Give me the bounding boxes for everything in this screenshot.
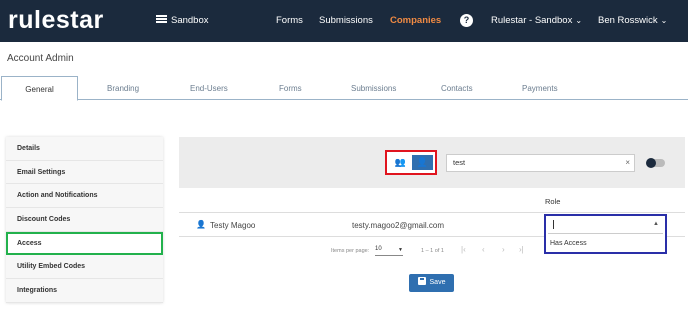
caret-down-icon: ▼ [398,247,403,253]
sidebar-item-action-notifications[interactable]: Action and Notifications [6,184,163,209]
text-caret [553,220,554,229]
sidebar-item-access[interactable]: Access [6,231,163,256]
sidebar-item-integrations[interactable]: Integrations [6,279,163,303]
save-icon [417,277,426,285]
rulestar-logo[interactable]: rulestar [8,6,104,35]
tab-branding[interactable]: Branding [107,84,139,93]
top-navbar: rulestar Sandbox Forms Submissions Compa… [0,0,688,42]
user-menu[interactable]: Ben Rosswick ⌄ [598,15,667,26]
toggle-knob [646,158,656,168]
table-user-name: Testy Magoo [210,221,256,230]
org-name: Rulestar - Sandbox [491,15,573,26]
next-page-icon[interactable]: › [502,245,505,254]
server-icon [156,15,167,24]
role-dropdown[interactable]: ▲ Has Access [544,214,667,254]
page-title: Account Admin [7,53,74,64]
tab-submissions[interactable]: Submissions [351,84,396,93]
tab-general[interactable]: General [1,76,78,101]
user-name: Ben Rosswick [598,15,658,26]
sidebar-item-utility-embed-codes[interactable]: Utility Embed Codes [6,255,163,280]
search-value: test [453,158,466,167]
save-button[interactable]: Save [409,274,454,292]
last-page-icon[interactable]: ›| [519,245,524,254]
toggle-switch[interactable] [646,158,665,168]
tab-contacts[interactable]: Contacts [441,84,473,93]
chevron-down-icon: ⌄ [575,16,583,25]
save-label: Save [429,279,446,286]
sidebar-item-discount-codes[interactable]: Discount Codes [6,208,163,232]
view-toggle: 👥 👤 [385,150,437,175]
table-user-email: testy.magoo2@gmail.com [352,221,445,230]
tab-payments[interactable]: Payments [522,84,558,93]
tab-bar: General Branding End-Users Forms Submiss… [0,76,688,101]
tab-forms[interactable]: Forms [279,84,302,93]
tab-end-users[interactable]: End-Users [190,84,228,93]
role-input[interactable]: ▲ [548,218,663,234]
items-per-page-label: Items per page: [331,248,370,254]
role-column-header: Role [545,197,561,206]
role-option-has-access[interactable]: Has Access [550,240,587,247]
nav-sandbox[interactable]: Sandbox [171,15,209,26]
divider [179,212,685,213]
nav-companies[interactable]: Companies [390,15,441,26]
first-page-icon[interactable]: |‹ [461,245,466,254]
nav-forms[interactable]: Forms [276,15,303,26]
sidebar-item-details[interactable]: Details [6,137,163,161]
sidebar-item-email-settings[interactable]: Email Settings [6,160,163,185]
search-input[interactable]: test × [446,154,635,172]
user-icon: 👤 [196,220,206,229]
help-icon[interactable]: ? [460,14,473,27]
prev-page-icon[interactable]: ‹ [482,245,485,254]
clear-icon[interactable]: × [625,155,630,171]
chevron-down-icon: ⌄ [660,16,668,25]
settings-sidebar: Details Email Settings Action and Notifi… [6,137,163,303]
pagination-range: 1 – 1 of 1 [421,248,444,254]
group-users-icon[interactable]: 👥 [390,155,411,170]
nav-submissions[interactable]: Submissions [319,15,373,26]
caret-down-icon[interactable]: ▲ [653,221,659,227]
org-switcher[interactable]: Rulestar - Sandbox ⌄ [491,15,582,26]
single-user-icon[interactable]: 👤 [412,155,433,170]
items-per-page-select[interactable]: 10 ▼ [375,246,403,256]
items-per-page-value: 10 [375,246,382,252]
